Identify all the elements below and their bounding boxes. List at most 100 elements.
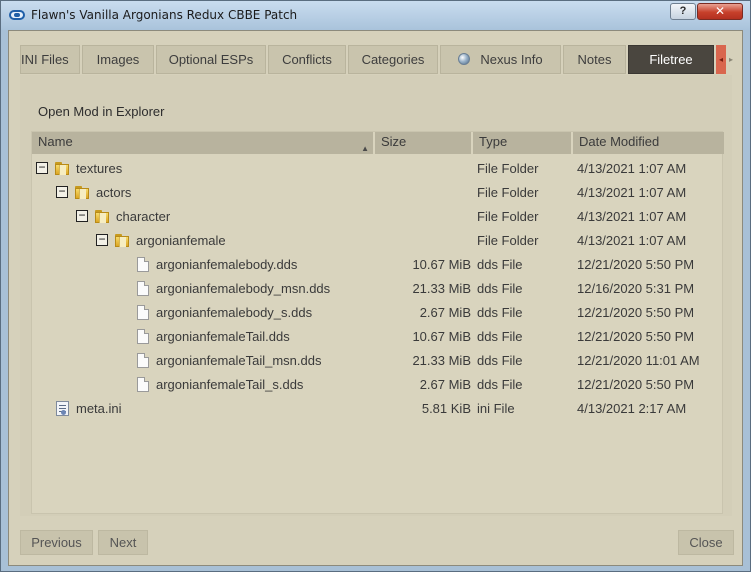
row-date: 4/13/2021 2:17 AM <box>577 401 687 416</box>
row-name: argonianfemaleTail_msn.dds <box>156 353 322 368</box>
row-size: 21.33 MiB <box>412 353 471 368</box>
row-date: 4/13/2021 1:07 AM <box>577 161 687 176</box>
mod-info-window: Flawn's Vanilla Argonians Redux CBBE Pat… <box>0 0 751 572</box>
row-name: argonianfemalebody_s.dds <box>156 305 313 320</box>
tab-label: INI Files <box>21 52 69 67</box>
ini-file-icon <box>56 401 69 416</box>
collapse-icon[interactable]: − <box>56 185 68 198</box>
tab-scroll-right-button[interactable]: ▸ <box>727 45 735 74</box>
tab-scroll-left-button[interactable]: ◂ <box>716 45 726 74</box>
row-name: meta.ini <box>76 401 122 416</box>
close-button[interactable]: Close <box>678 530 734 555</box>
tab-label: Categories <box>361 52 425 67</box>
row-size: 10.67 MiB <box>412 257 471 272</box>
row-date: 12/21/2020 11:01 AM <box>577 353 700 368</box>
column-header-name[interactable]: Name ▲ <box>32 132 375 154</box>
tab-optional-esps[interactable]: Optional ESPs <box>156 45 266 74</box>
column-header-date[interactable]: Date Modified <box>573 132 724 154</box>
tab-filetree[interactable]: Filetree <box>628 45 714 74</box>
tree-row-file[interactable]: argonianfemaleTail_s.dds 2.67 MiB dds Fi… <box>32 373 722 397</box>
previous-button[interactable]: Previous <box>20 530 93 555</box>
tab-conflicts[interactable]: Conflicts <box>268 45 346 74</box>
tree-row-argonianfemale[interactable]: − argonianfemale File Folder 4/13/2021 1… <box>32 229 722 253</box>
next-button[interactable]: Next <box>98 530 148 555</box>
row-type: File Folder <box>477 185 539 200</box>
tab-label: Optional ESPs <box>168 52 254 67</box>
tree-row-file[interactable]: argonianfemaleTail.dds 10.67 MiB dds Fil… <box>32 325 722 349</box>
tab-categories[interactable]: Categories <box>348 45 438 74</box>
row-type: dds File <box>477 353 523 368</box>
folder-icon <box>95 210 110 223</box>
file-icon <box>137 329 149 344</box>
file-icon <box>137 305 149 320</box>
window-title: Flawn's Vanilla Argonians Redux CBBE Pat… <box>31 8 298 22</box>
sort-ascending-icon: ▲ <box>361 144 369 153</box>
row-date: 12/21/2020 5:50 PM <box>577 305 695 320</box>
help-button[interactable]: ? <box>670 3 696 20</box>
tab-nexus-info[interactable]: Nexus Info <box>440 45 561 74</box>
row-type: dds File <box>477 329 523 344</box>
row-type: dds File <box>477 257 523 272</box>
row-date: 12/21/2020 5:50 PM <box>577 377 695 392</box>
row-date: 12/21/2020 5:50 PM <box>577 257 695 272</box>
row-size: 2.67 MiB <box>419 377 471 392</box>
file-icon <box>137 377 149 392</box>
row-name: actors <box>96 185 132 200</box>
row-date: 12/16/2020 5:31 PM <box>577 281 695 296</box>
tab-images[interactable]: Images <box>82 45 154 74</box>
tab-label: Nexus Info <box>480 52 543 67</box>
tree-row-character[interactable]: − character File Folder 4/13/2021 1:07 A… <box>32 205 722 229</box>
row-name: argonianfemalebody_msn.dds <box>156 281 331 296</box>
file-tree-view[interactable]: Name ▲ Size Type Date Modified − texture… <box>31 131 724 514</box>
row-date: 4/13/2021 1:07 AM <box>577 209 687 224</box>
collapse-icon[interactable]: − <box>96 233 108 246</box>
dialog-body: INI Files Images Optional ESPs Conflicts… <box>8 30 743 566</box>
tree-row-file[interactable]: argonianfemalebody_msn.dds 21.33 MiB dds… <box>32 277 722 301</box>
file-icon <box>137 353 149 368</box>
row-size: 5.81 KiB <box>421 401 471 416</box>
tab-label: Filetree <box>649 52 693 67</box>
column-header-type[interactable]: Type <box>473 132 573 154</box>
app-icon <box>9 10 25 20</box>
row-name: argonianfemale <box>136 233 226 248</box>
open-mod-in-explorer-button[interactable]: Open Mod in Explorer <box>38 104 164 119</box>
tab-notes[interactable]: Notes <box>563 45 626 74</box>
tree-row-textures[interactable]: − textures File Folder 4/13/2021 1:07 AM <box>32 157 722 181</box>
row-date: 12/21/2020 5:50 PM <box>577 329 695 344</box>
row-name: argonianfemaleTail_s.dds <box>156 377 304 392</box>
tree-row-file[interactable]: argonianfemaleTail_msn.dds 21.33 MiB dds… <box>32 349 722 373</box>
row-type: dds File <box>477 305 523 320</box>
collapse-icon[interactable]: − <box>36 161 48 174</box>
row-size: 10.67 MiB <box>412 329 471 344</box>
file-icon <box>137 281 149 296</box>
row-name: character <box>116 209 171 224</box>
folder-icon <box>115 234 130 247</box>
tree-row-meta-ini[interactable]: meta.ini 5.81 KiB ini File 4/13/2021 2:1… <box>32 397 722 421</box>
row-type: ini File <box>477 401 515 416</box>
tree-row-file[interactable]: argonianfemalebody_s.dds 2.67 MiB dds Fi… <box>32 301 722 325</box>
tree-row-file[interactable]: argonianfemalebody.dds 10.67 MiB dds Fil… <box>32 253 722 277</box>
row-date: 4/13/2021 1:07 AM <box>577 233 687 248</box>
close-window-button[interactable]: ✕ <box>697 3 743 20</box>
row-type: dds File <box>477 281 523 296</box>
column-header-size[interactable]: Size <box>375 132 473 154</box>
tab-label: Notes <box>577 52 612 67</box>
row-size: 21.33 MiB <box>412 281 471 296</box>
row-type: File Folder <box>477 209 539 224</box>
tab-ini-files[interactable]: INI Files <box>20 45 80 74</box>
row-date: 4/13/2021 1:07 AM <box>577 185 687 200</box>
row-type: dds File <box>477 377 523 392</box>
tree-row-actors[interactable]: − actors File Folder 4/13/2021 1:07 AM <box>32 181 722 205</box>
row-type: File Folder <box>477 161 539 176</box>
collapse-icon[interactable]: − <box>76 209 88 222</box>
column-header-label: Date Modified <box>579 134 660 149</box>
tab-label: Conflicts <box>282 52 332 67</box>
folder-icon <box>75 186 90 199</box>
column-header-label: Name <box>38 134 73 149</box>
row-size: 2.67 MiB <box>419 305 471 320</box>
row-name: argonianfemalebody.dds <box>156 257 298 272</box>
tab-bar: INI Files Images Optional ESPs Conflicts… <box>20 45 735 75</box>
column-header-label: Type <box>479 134 508 149</box>
globe-icon <box>458 53 471 65</box>
title-bar[interactable]: Flawn's Vanilla Argonians Redux CBBE Pat… <box>1 1 750 30</box>
